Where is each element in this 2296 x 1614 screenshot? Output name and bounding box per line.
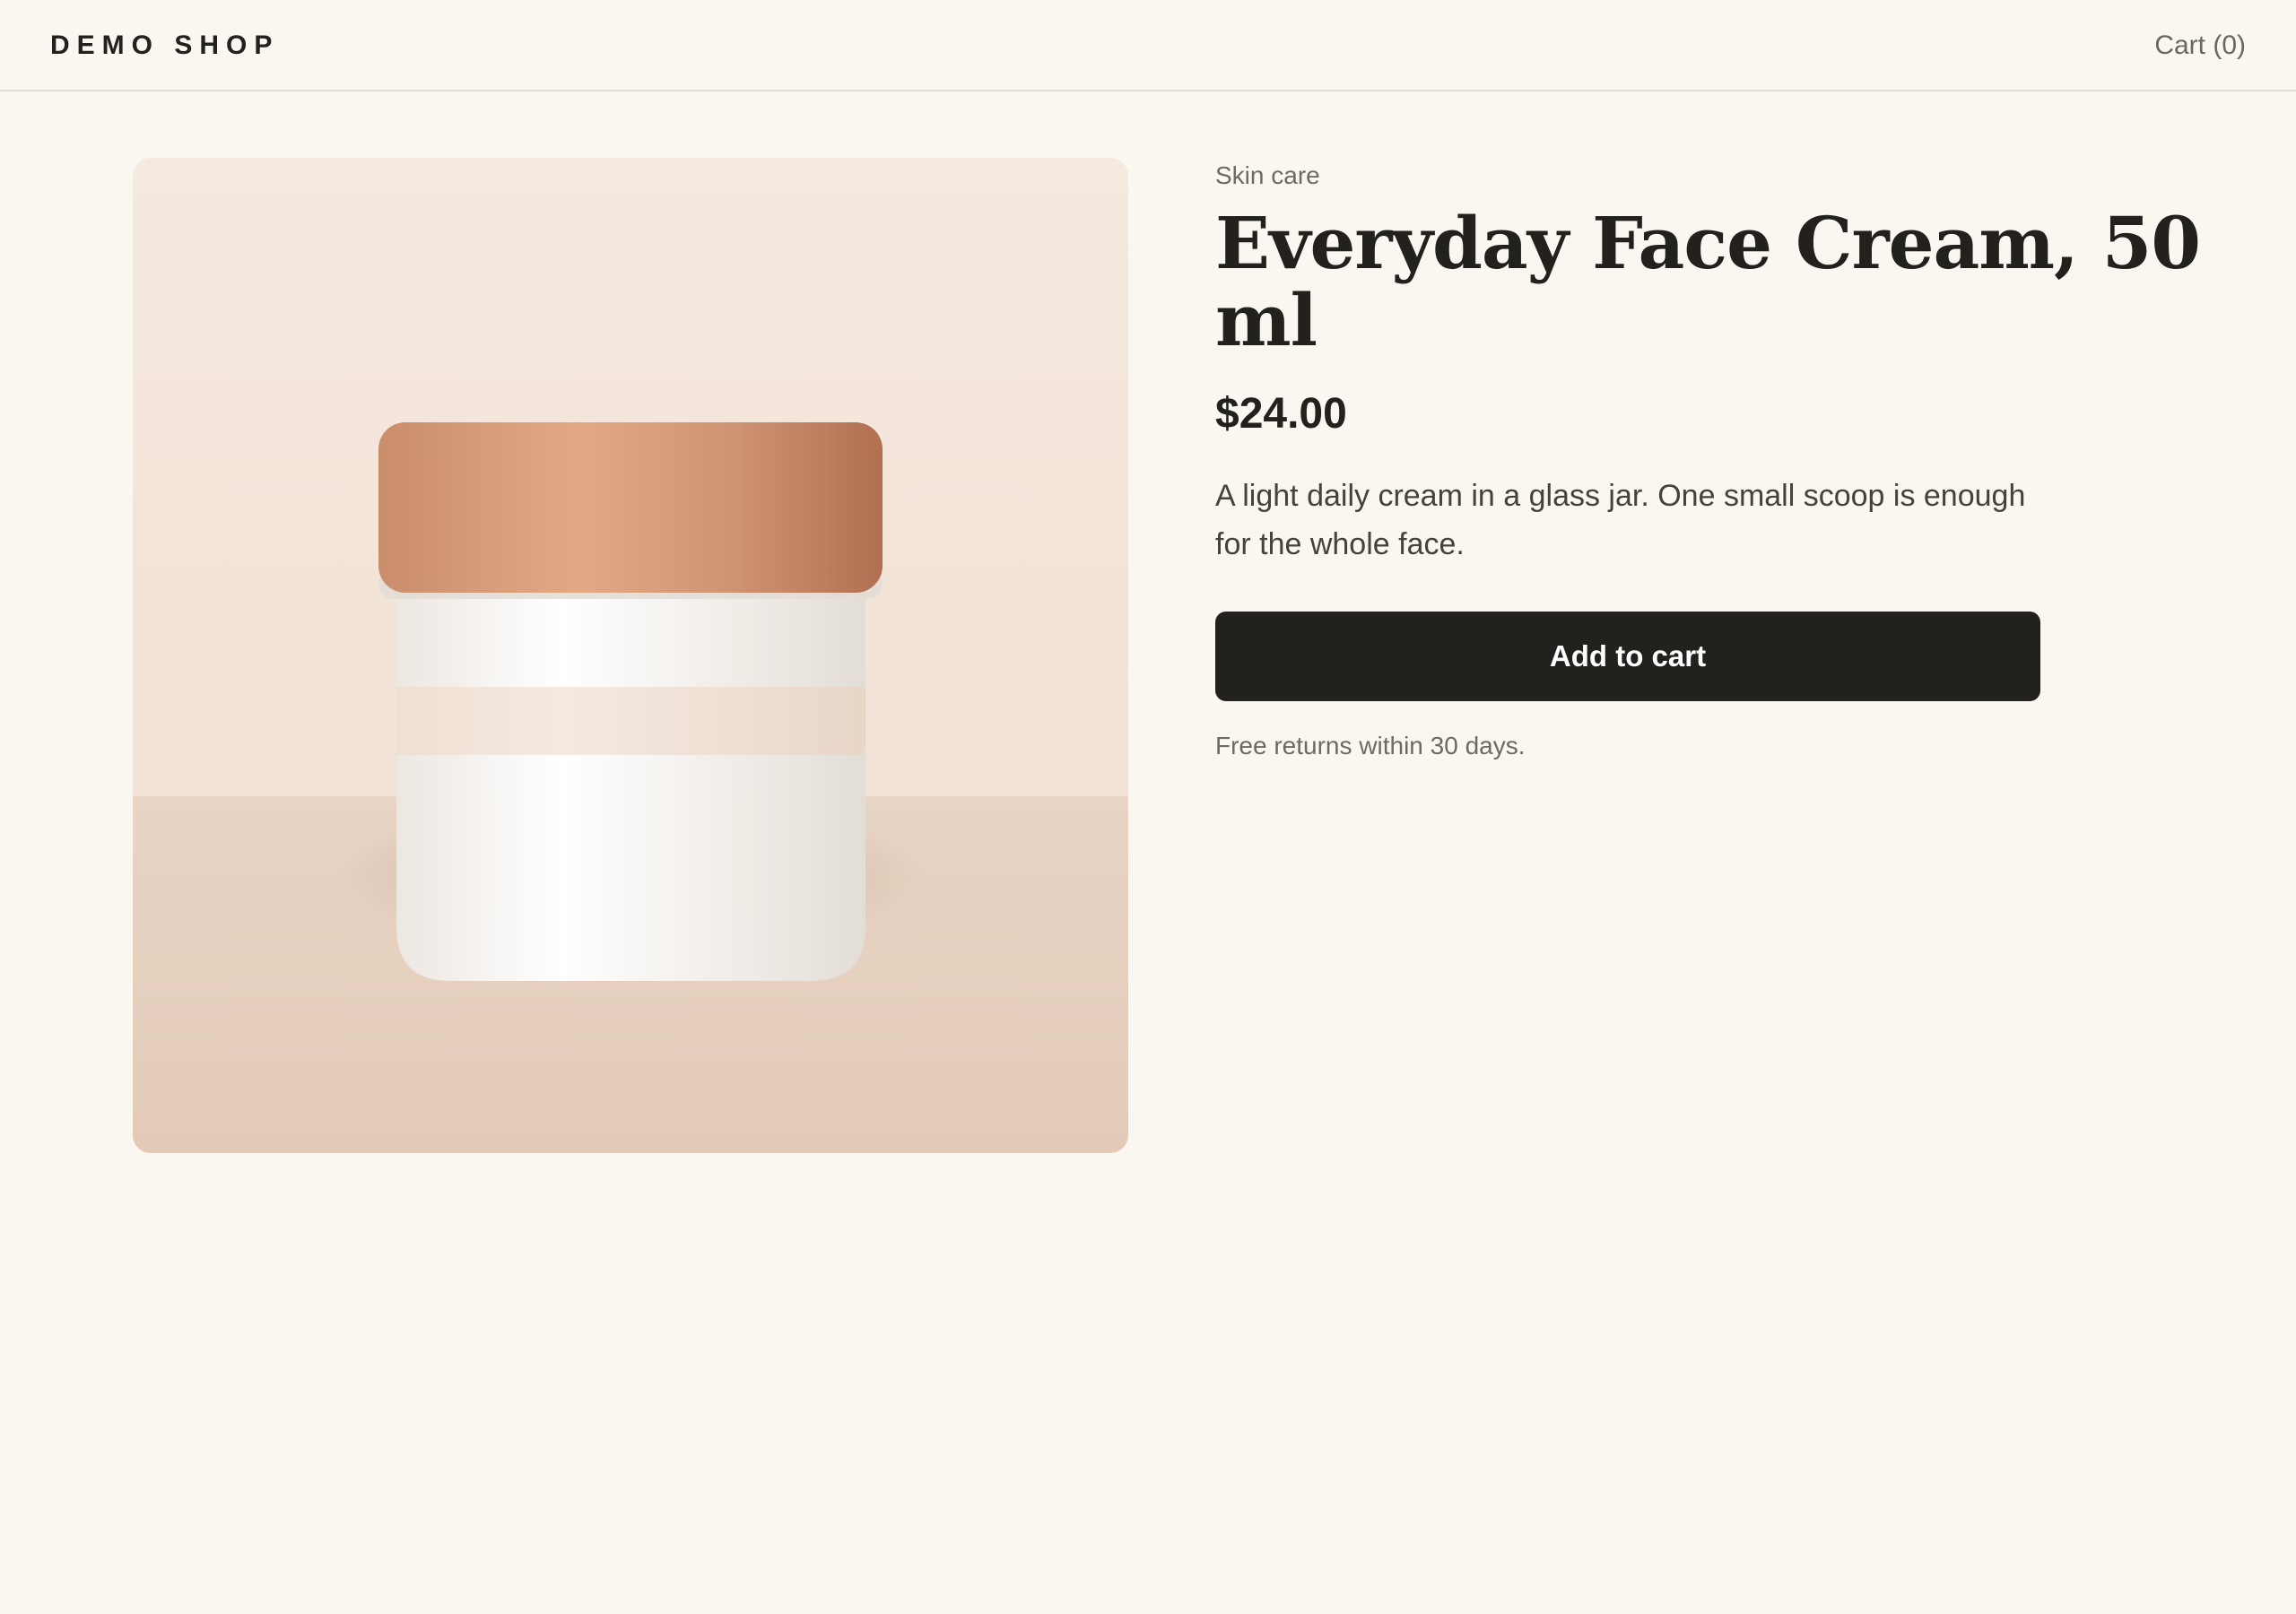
returns-note: Free returns within 30 days. (1215, 732, 1526, 759)
cart-link[interactable]: Cart (0) (2154, 30, 2246, 61)
face-cream-jar-illustration (133, 158, 1128, 1153)
site-header: DEMO SHOP Cart (0) (0, 0, 2296, 91)
jar-lid (378, 422, 883, 593)
product-title: Everyday Face Cream, 50 ml (1215, 201, 2201, 362)
jar-band (396, 687, 865, 755)
brand-logo[interactable]: DEMO SHOP (50, 30, 279, 61)
product-description: A light daily cream in a glass jar. One … (1215, 479, 2026, 561)
product-price: $24.00 (1215, 390, 1347, 438)
product-info: Skin care Everyday Face Cream, 50 ml $24… (1215, 158, 2202, 764)
add-to-cart-button[interactable]: Add to cart (1215, 612, 2040, 701)
jar-body (396, 579, 865, 981)
product-image (133, 158, 1128, 1153)
product-category: Skin care (1215, 161, 1320, 189)
